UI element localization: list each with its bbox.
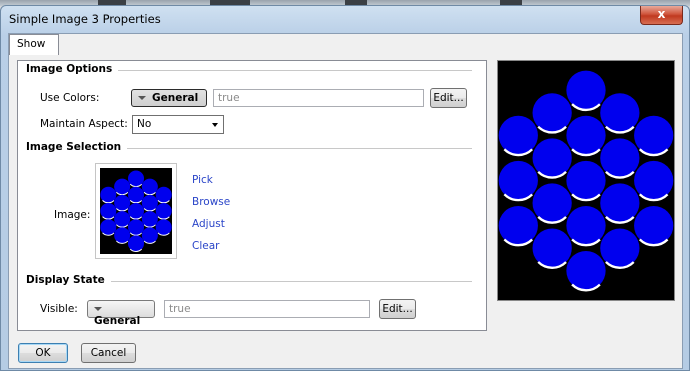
blue-circle bbox=[599, 92, 641, 134]
blue-circle bbox=[599, 227, 641, 269]
image-thumbnail bbox=[100, 168, 172, 254]
visible-edit-button[interactable]: Edit... bbox=[379, 299, 416, 319]
blue-circle bbox=[127, 170, 145, 188]
blue-circle bbox=[565, 114, 607, 157]
maintain-aspect-select[interactable]: No bbox=[132, 115, 224, 134]
blue-circle bbox=[599, 137, 641, 179]
image-options-title: Image Options bbox=[26, 63, 119, 75]
blue-circle bbox=[565, 204, 607, 247]
use-colors-edit-button[interactable]: Edit... bbox=[430, 88, 467, 108]
blue-circle bbox=[632, 204, 675, 247]
image-preview bbox=[497, 60, 675, 301]
image-thumbnail-frame[interactable] bbox=[95, 163, 177, 259]
blue-circle bbox=[127, 218, 145, 236]
properties-dialog: Simple Image 3 Properties x Show Image O… bbox=[0, 5, 690, 371]
blue-circle bbox=[113, 210, 131, 228]
visible-mode-button[interactable]: General bbox=[87, 300, 155, 327]
title-bar[interactable]: Simple Image 3 Properties x bbox=[1, 6, 689, 32]
image-label: Image: bbox=[54, 209, 91, 221]
blue-circle bbox=[141, 194, 159, 212]
blue-circle bbox=[127, 202, 145, 220]
display-state-title: Display State bbox=[26, 274, 111, 286]
blue-circle bbox=[632, 159, 675, 202]
blue-circle bbox=[497, 114, 540, 157]
tab-label: Show bbox=[17, 38, 46, 50]
mode-label: General bbox=[94, 315, 141, 327]
pick-link[interactable]: Pick bbox=[192, 174, 213, 186]
image-selection-title: Image Selection bbox=[26, 141, 128, 153]
tab-show[interactable]: Show bbox=[9, 34, 59, 55]
chevron-down-icon bbox=[212, 123, 218, 127]
visible-label: Visible: bbox=[40, 303, 78, 315]
blue-circle bbox=[531, 227, 573, 269]
blue-circle bbox=[531, 182, 573, 224]
window-title: Simple Image 3 Properties bbox=[9, 12, 161, 26]
blue-circle bbox=[155, 218, 172, 236]
blue-circle bbox=[100, 186, 117, 204]
image-preview-graphic bbox=[497, 61, 675, 300]
blue-circle bbox=[141, 210, 159, 228]
blue-circle bbox=[100, 202, 117, 220]
close-button[interactable]: x bbox=[640, 6, 683, 25]
blue-circle bbox=[497, 204, 540, 247]
use-colors-mode-button[interactable]: General bbox=[131, 89, 207, 107]
clear-link[interactable]: Clear bbox=[192, 240, 219, 252]
blue-circle bbox=[531, 137, 573, 179]
blue-circle bbox=[632, 114, 675, 157]
maintain-aspect-label: Maintain Aspect: bbox=[40, 118, 128, 130]
blue-circle bbox=[127, 186, 145, 204]
dialog-client: Show Image Options Use Colors: General t… bbox=[8, 33, 683, 369]
cancel-button[interactable]: Cancel bbox=[81, 343, 136, 363]
blue-circle bbox=[113, 178, 131, 196]
dropdown-arrow-icon bbox=[138, 96, 146, 100]
blue-circle bbox=[599, 182, 641, 224]
maintain-aspect-value: No bbox=[137, 118, 152, 130]
tab-panel: Image Options Use Colors: General true E… bbox=[17, 60, 487, 331]
dropdown-arrow-icon bbox=[94, 307, 102, 311]
browse-link[interactable]: Browse bbox=[192, 196, 230, 208]
blue-circle bbox=[497, 159, 540, 202]
visible-field[interactable]: true bbox=[164, 300, 370, 318]
blue-circle bbox=[100, 218, 117, 236]
blue-circle bbox=[565, 69, 607, 112]
blue-circle bbox=[141, 178, 159, 196]
use-colors-label: Use Colors: bbox=[40, 92, 100, 104]
blue-circle bbox=[141, 226, 159, 244]
blue-circle bbox=[127, 234, 145, 252]
mode-label: General bbox=[152, 92, 199, 104]
adjust-link[interactable]: Adjust bbox=[192, 218, 225, 230]
blue-circle bbox=[155, 186, 172, 204]
blue-circle bbox=[565, 249, 607, 292]
blue-circle bbox=[565, 159, 607, 202]
blue-circle bbox=[531, 92, 573, 134]
blue-circle bbox=[113, 226, 131, 244]
use-colors-field[interactable]: true bbox=[213, 89, 424, 107]
ok-button[interactable]: OK bbox=[18, 343, 68, 363]
blue-circle bbox=[155, 202, 172, 220]
blue-circle bbox=[113, 194, 131, 212]
